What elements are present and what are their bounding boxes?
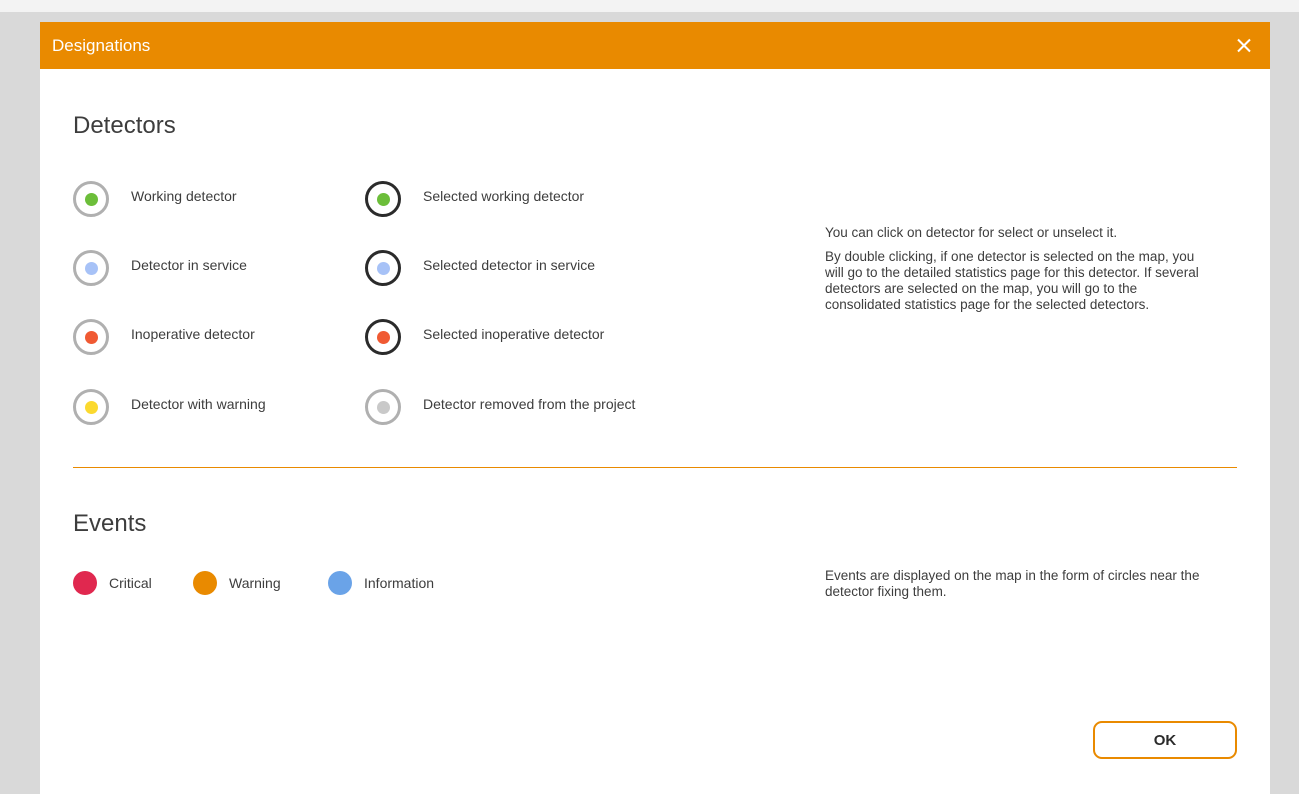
legend-selected-detector-in-service: Selected detector in service (365, 250, 595, 286)
legend-event-critical: Critical (73, 571, 152, 595)
close-icon[interactable] (1232, 34, 1256, 58)
critical-event-icon (73, 571, 97, 595)
legend-selected-working-detector: Selected working detector (365, 181, 585, 217)
detectors-heading: Detectors (73, 112, 176, 139)
legend-label: Selected inoperative detector (423, 326, 605, 342)
detector-status-dot (84, 192, 98, 206)
detector-status-dot (376, 400, 390, 414)
events-help-text: Events are displayed on the map in the f… (825, 568, 1200, 599)
legend-label: Detector removed from the project (423, 396, 636, 412)
detector-circle-icon (73, 181, 109, 217)
events-heading: Events (73, 510, 147, 537)
legend-detector-with-warning: Detector with warning (73, 389, 266, 425)
legend-label: Inoperative detector (131, 326, 255, 342)
detector-circle-icon (73, 389, 109, 425)
legend-label: Working detector (131, 188, 237, 204)
detector-circle-icon (73, 250, 109, 286)
detector-status-dot (84, 330, 98, 344)
legend-label: Warning (229, 575, 281, 591)
legend-working-detector: Working detector (73, 181, 237, 217)
detector-status-dot (84, 400, 98, 414)
legend-label: Information (364, 575, 435, 591)
selected-detector-circle-icon (365, 181, 401, 217)
legend-event-warning: Warning (193, 571, 281, 595)
legend-event-information: Information (328, 571, 434, 595)
information-event-icon (328, 571, 352, 595)
double-click-help-paragraph: By double clicking, if one detector is s… (825, 249, 1199, 312)
designations-dialog: Designations Detectors Working detector … (40, 22, 1270, 794)
legend-label: Selected working detector (423, 188, 585, 204)
legend-label: Detector in service (131, 257, 247, 273)
detector-status-dot (376, 261, 390, 275)
detector-circle-icon (73, 319, 109, 355)
selected-detector-circle-icon (365, 319, 401, 355)
legend-label: Selected detector in service (423, 257, 595, 273)
legend-label: Detector with warning (131, 396, 266, 412)
legend-detector-in-service: Detector in service (73, 250, 247, 286)
detector-status-dot (376, 330, 390, 344)
legend-selected-inoperative-detector: Selected inoperative detector (365, 319, 605, 355)
detector-circle-icon (365, 389, 401, 425)
ok-button[interactable]: OK (1093, 721, 1237, 759)
selected-detector-circle-icon (365, 250, 401, 286)
detectors-help-text: You can click on detector for select or … (825, 225, 1205, 321)
select-help-paragraph: You can click on detector for select or … (825, 225, 1118, 240)
dialog-title: Designations (52, 35, 151, 55)
detector-status-dot (376, 192, 390, 206)
legend-label: Critical (109, 575, 152, 591)
legend-detector-removed: Detector removed from the project (365, 389, 636, 425)
dialog-titlebar: Designations (40, 22, 1270, 69)
legend-inoperative-detector: Inoperative detector (73, 319, 255, 355)
detector-status-dot (84, 261, 98, 275)
warning-event-icon (193, 571, 217, 595)
page-backdrop (0, 0, 1299, 12)
section-divider (73, 467, 1237, 468)
